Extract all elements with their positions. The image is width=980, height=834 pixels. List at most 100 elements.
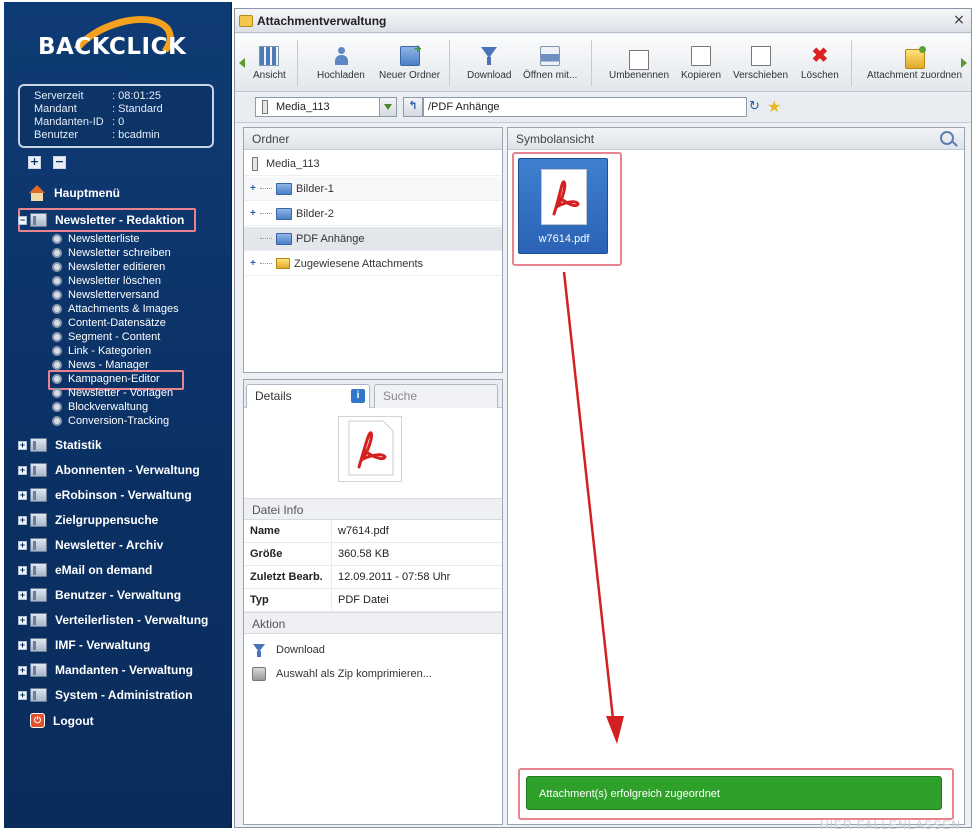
scroll-left-icon[interactable]: [239, 58, 245, 68]
drop-hint: HIER FALLENLASSEN: [820, 818, 962, 832]
delete-x-icon: ✖: [811, 45, 829, 67]
submenu-item[interactable]: Blockverwaltung: [52, 401, 148, 413]
server-info-row: Serverzeit: 08:01:25: [34, 90, 161, 102]
folder-icon: [30, 463, 47, 477]
menu-item[interactable]: + eMail on demand: [18, 563, 152, 577]
server-info-box: Serverzeit: 08:01:25 Mandant: Standard M…: [18, 84, 214, 148]
expand-icon[interactable]: +: [18, 540, 27, 550]
tab-search[interactable]: Suche: [374, 384, 498, 408]
folder-icon: [30, 563, 47, 577]
menu-item[interactable]: + Statistik: [18, 438, 102, 452]
folder-panel-title: Ordner: [244, 128, 502, 150]
submenu-item[interactable]: Content-Datensätze: [52, 317, 166, 329]
tree-item-selected[interactable]: PDF Anhänge: [244, 227, 502, 251]
tree-item[interactable]: + Zugewiesene Attachments: [244, 252, 502, 276]
new-folder-button[interactable]: Neuer Ordner: [379, 41, 440, 86]
delete-button[interactable]: ✖ Löschen: [801, 46, 839, 86]
upload-icon: [331, 46, 351, 66]
pdf-file-icon: [541, 169, 587, 225]
submenu-item[interactable]: Newsletter editieren: [52, 261, 165, 273]
gear-icon: [52, 416, 62, 426]
folder-icon: [276, 232, 292, 245]
open-with-button[interactable]: Öffnen mit...: [523, 46, 577, 86]
expand-icon[interactable]: +: [18, 565, 27, 575]
action-download[interactable]: Download: [244, 638, 502, 662]
menu-item[interactable]: + Verteilerlisten - Verwaltung: [18, 613, 208, 627]
close-button[interactable]: ×: [951, 13, 967, 29]
file-tile-selected[interactable]: w7614.pdf: [518, 158, 608, 254]
folder-up-button[interactable]: ↰: [403, 97, 423, 117]
action-zip[interactable]: Auswahl als Zip komprimieren...: [244, 662, 502, 686]
scroll-right-icon[interactable]: [961, 58, 967, 68]
open-with-icon: [540, 46, 561, 66]
attachment-icon: [239, 14, 253, 27]
assign-attachment-button[interactable]: Attachment zuordnen: [867, 46, 962, 86]
expand-icon[interactable]: +: [18, 440, 27, 450]
gear-icon: [52, 388, 62, 398]
media-select[interactable]: Media_113: [255, 97, 397, 117]
expand-icon[interactable]: +: [18, 640, 27, 650]
expand-all-icon[interactable]: +: [28, 156, 41, 169]
submenu-item[interactable]: Link - Kategorien: [52, 345, 151, 357]
menu-item[interactable]: + Benutzer - Verwaltung: [18, 588, 181, 602]
expand-icon[interactable]: +: [18, 690, 27, 700]
toolbar-separator: [449, 40, 450, 86]
window-titlebar: Attachmentverwaltung: [235, 9, 971, 33]
expand-icon[interactable]: +: [250, 208, 260, 219]
expand-icon[interactable]: +: [18, 490, 27, 500]
copy-button[interactable]: Kopieren: [681, 46, 721, 86]
path-input[interactable]: /PDF Anhänge: [423, 97, 747, 117]
menu-item[interactable]: + System - Administration: [18, 688, 193, 702]
collapse-all-icon[interactable]: −: [53, 156, 66, 169]
collapse-icon[interactable]: −: [18, 215, 27, 225]
submenu-item-kampagnen-editor[interactable]: Kampagnen-Editor: [52, 373, 160, 385]
gear-icon: [52, 304, 62, 314]
submenu-item[interactable]: Newsletter - Vorlagen: [52, 387, 173, 399]
chevron-down-icon[interactable]: [379, 98, 396, 116]
menu-hauptmenu[interactable]: Hauptmenü: [18, 185, 120, 201]
tree-root[interactable]: Media_113: [244, 152, 502, 176]
submenu-item[interactable]: Segment - Content: [52, 331, 160, 343]
refresh-icon[interactable]: ↻: [749, 99, 763, 115]
menu-newsletter-redaktion[interactable]: − Newsletter - Redaktion: [18, 213, 184, 227]
menu-item[interactable]: + Zielgruppensuche: [18, 513, 158, 527]
expand-icon[interactable]: +: [18, 465, 27, 475]
submenu-item[interactable]: Newsletterversand: [52, 289, 159, 301]
expand-icon[interactable]: +: [250, 183, 260, 194]
gear-icon: [52, 360, 62, 370]
submenu-item[interactable]: Attachments & Images: [52, 303, 179, 315]
submenu-item[interactable]: Newsletter löschen: [52, 275, 161, 287]
rename-button[interactable]: Umbenennen: [609, 46, 669, 86]
menu-item[interactable]: + Newsletter - Archiv: [18, 538, 163, 552]
menu-item[interactable]: + Mandanten - Verwaltung: [18, 663, 193, 677]
expand-icon[interactable]: +: [250, 258, 260, 269]
view-button[interactable]: Ansicht: [253, 46, 286, 86]
info-icon: i: [351, 389, 365, 403]
folder-icon: [30, 438, 47, 452]
expand-icon[interactable]: +: [18, 590, 27, 600]
move-button[interactable]: Verschieben: [733, 46, 788, 86]
favorite-star-icon[interactable]: ★: [767, 98, 785, 116]
menu-item[interactable]: + eRobinson - Verwaltung: [18, 488, 192, 502]
zoom-icon[interactable]: [940, 131, 954, 145]
submenu-item[interactable]: Newsletterliste: [52, 233, 140, 245]
tree-expand-controls: + −: [28, 156, 66, 169]
upload-button[interactable]: Hochladen: [317, 46, 365, 86]
power-icon: ⏻: [30, 713, 45, 728]
tree-item[interactable]: + Bilder-1: [244, 177, 502, 201]
expand-icon[interactable]: +: [18, 515, 27, 525]
tab-details[interactable]: Details i: [246, 384, 370, 409]
submenu-item[interactable]: Newsletter schreiben: [52, 247, 171, 259]
expand-icon[interactable]: +: [18, 665, 27, 675]
submenu-item[interactable]: Conversion-Tracking: [52, 415, 169, 427]
download-button[interactable]: Download: [467, 46, 511, 86]
tree-item[interactable]: + Bilder-2: [244, 202, 502, 226]
gear-icon: [52, 290, 62, 300]
sidebar: BACKCLICK Serverzeit: 08:01:25 Mandant: …: [4, 2, 232, 828]
menu-item[interactable]: + IMF - Verwaltung: [18, 638, 150, 652]
server-info-row: Mandant: Standard: [34, 103, 163, 115]
folder-icon: [30, 613, 47, 627]
menu-logout[interactable]: ⏻ Logout: [18, 713, 94, 728]
expand-icon[interactable]: +: [18, 615, 27, 625]
menu-item[interactable]: + Abonnenten - Verwaltung: [18, 463, 200, 477]
